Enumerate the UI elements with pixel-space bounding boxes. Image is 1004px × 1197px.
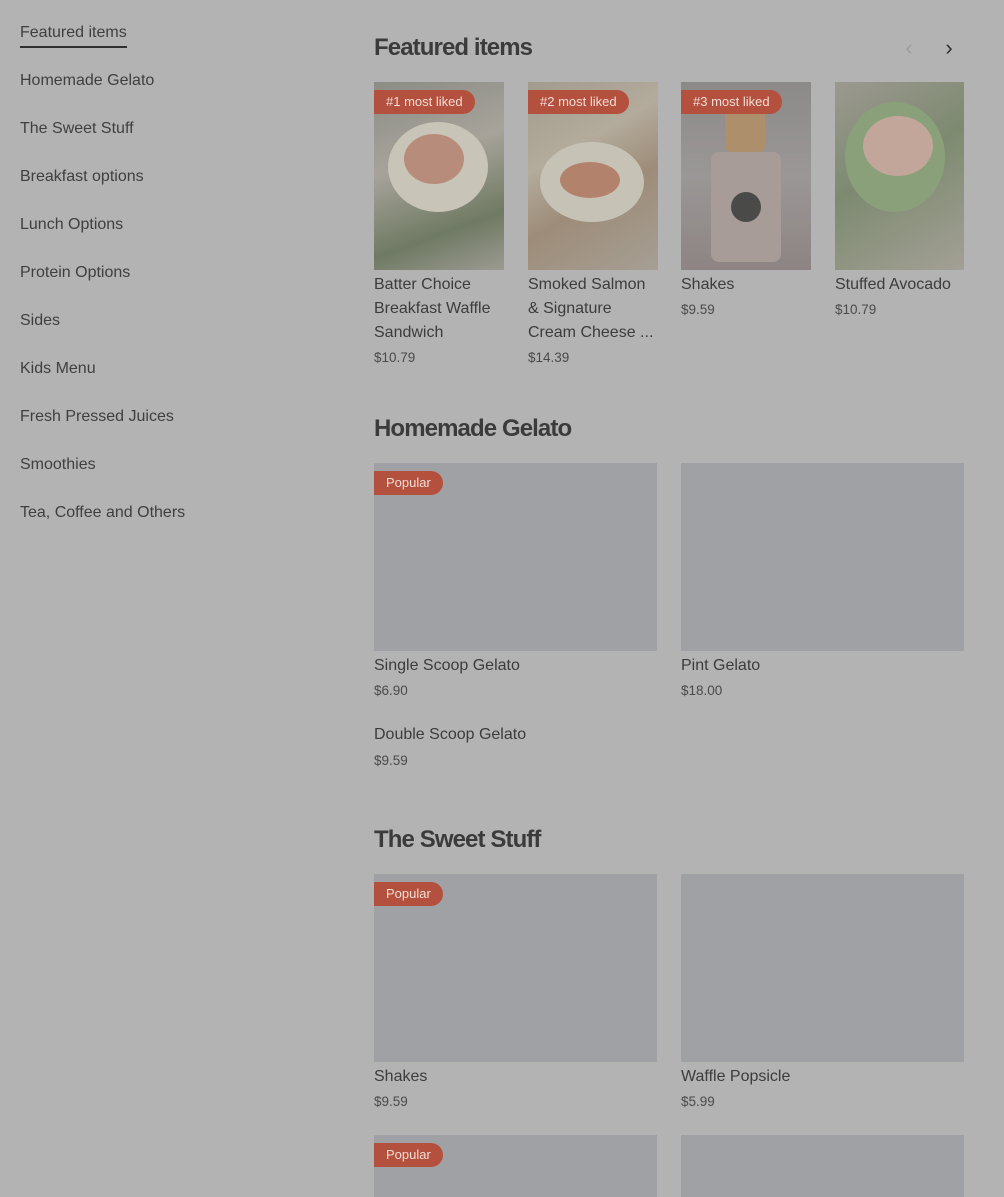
item-image [835, 82, 964, 270]
sidebar-item-the-sweet-stuff[interactable]: The Sweet Stuff [20, 118, 280, 166]
chevron-right-icon[interactable]: › [934, 34, 964, 64]
sidebar-item-fresh-pressed-juices[interactable]: Fresh Pressed Juices [20, 406, 280, 454]
sidebar-item-label: Sides [20, 312, 61, 329]
sidebar-item-lunch-options[interactable]: Lunch Options [20, 214, 280, 262]
item-name: Stuffed Avocado [835, 276, 951, 293]
sidebar-item-label: Protein Options [20, 264, 131, 281]
sidebar-item-label: Lunch Options [20, 216, 124, 233]
menu-item-card[interactable]: Popular Shakes $9.59 [374, 874, 657, 1114]
sidebar-item-label: Fresh Pressed Juices [20, 408, 174, 425]
item-price: $9.59 [681, 302, 715, 317]
featured-item-card[interactable]: #2 most liked Smoked Salmon & Signature … [528, 82, 658, 372]
sidebar-item-label: Featured items [20, 22, 127, 48]
sidebar-item-label: Kids Menu [20, 360, 96, 377]
featured-items-heading: Featured items [374, 34, 533, 61]
popular-badge: Popular [374, 1143, 443, 1167]
item-name: Shakes [681, 276, 735, 293]
item-name: Shakes [374, 1068, 428, 1085]
menu-item-card[interactable]: Waffle Popsicle $5.99 [681, 874, 964, 1114]
menu-item-card[interactable] [681, 1135, 964, 1197]
the-sweet-stuff-heading: The Sweet Stuff [374, 826, 541, 853]
item-image-placeholder [681, 874, 964, 1062]
item-name: Batter Choice Breakfast Waffle Sandwich [374, 276, 491, 341]
menu-item-card[interactable]: Pint Gelato $18.00 [681, 463, 964, 703]
item-price: $5.99 [681, 1094, 715, 1109]
menu-item-card[interactable]: Popular Single Scoop Gelato $6.90 [374, 463, 657, 703]
sidebar-item-label: Breakfast options [20, 168, 144, 185]
item-price: $14.39 [528, 350, 570, 365]
carousel-controls: ‹ › [894, 34, 974, 64]
rank-badge: #2 most liked [528, 90, 629, 114]
item-name: Smoked Salmon & Signature Cream Cheese .… [528, 276, 654, 341]
item-price: $10.79 [835, 302, 877, 317]
item-price: $9.59 [374, 1094, 408, 1109]
sidebar-item-label: Homemade Gelato [20, 72, 155, 89]
sidebar-item-label: Smoothies [20, 456, 96, 473]
featured-item-card[interactable]: #1 most liked Batter Choice Breakfast Wa… [374, 82, 504, 372]
sidebar-item-breakfast-options[interactable]: Breakfast options [20, 166, 280, 214]
sidebar-item-smoothies[interactable]: Smoothies [20, 454, 280, 502]
item-price: $18.00 [681, 683, 723, 698]
sidebar-item-sides[interactable]: Sides [20, 310, 280, 358]
sidebar-item-homemade-gelato[interactable]: Homemade Gelato [20, 70, 280, 118]
sidebar-item-kids-menu[interactable]: Kids Menu [20, 358, 280, 406]
featured-item-card[interactable]: Stuffed Avocado $10.79 [835, 82, 964, 322]
category-sidebar: Featured items Homemade Gelato The Sweet… [20, 22, 280, 550]
menu-item-card[interactable]: Double Scoop Gelato $9.59 [374, 723, 657, 775]
chevron-left-icon[interactable]: ‹ [894, 34, 924, 64]
item-name: Double Scoop Gelato [374, 726, 527, 743]
sidebar-item-label: The Sweet Stuff [20, 120, 134, 137]
sidebar-item-label: Tea, Coffee and Others [20, 504, 186, 521]
item-price: $9.59 [374, 753, 408, 768]
sidebar-item-protein-options[interactable]: Protein Options [20, 262, 280, 310]
rank-badge: #1 most liked [374, 90, 475, 114]
item-price: $6.90 [374, 683, 408, 698]
popular-badge: Popular [374, 882, 443, 906]
featured-item-card[interactable]: #3 most liked Shakes $9.59 [681, 82, 811, 322]
item-name: Pint Gelato [681, 657, 761, 674]
item-name: Waffle Popsicle [681, 1068, 791, 1085]
popular-badge: Popular [374, 471, 443, 495]
rank-badge: #3 most liked [681, 90, 782, 114]
sidebar-item-tea-coffee-others[interactable]: Tea, Coffee and Others [20, 502, 280, 550]
item-image-placeholder [681, 1135, 964, 1197]
homemade-gelato-heading: Homemade Gelato [374, 415, 572, 442]
sidebar-item-featured-items[interactable]: Featured items [20, 22, 280, 70]
menu-item-card[interactable]: Popular [374, 1135, 657, 1197]
item-name: Single Scoop Gelato [374, 657, 520, 674]
item-image-placeholder [681, 463, 964, 651]
item-price: $10.79 [374, 350, 416, 365]
